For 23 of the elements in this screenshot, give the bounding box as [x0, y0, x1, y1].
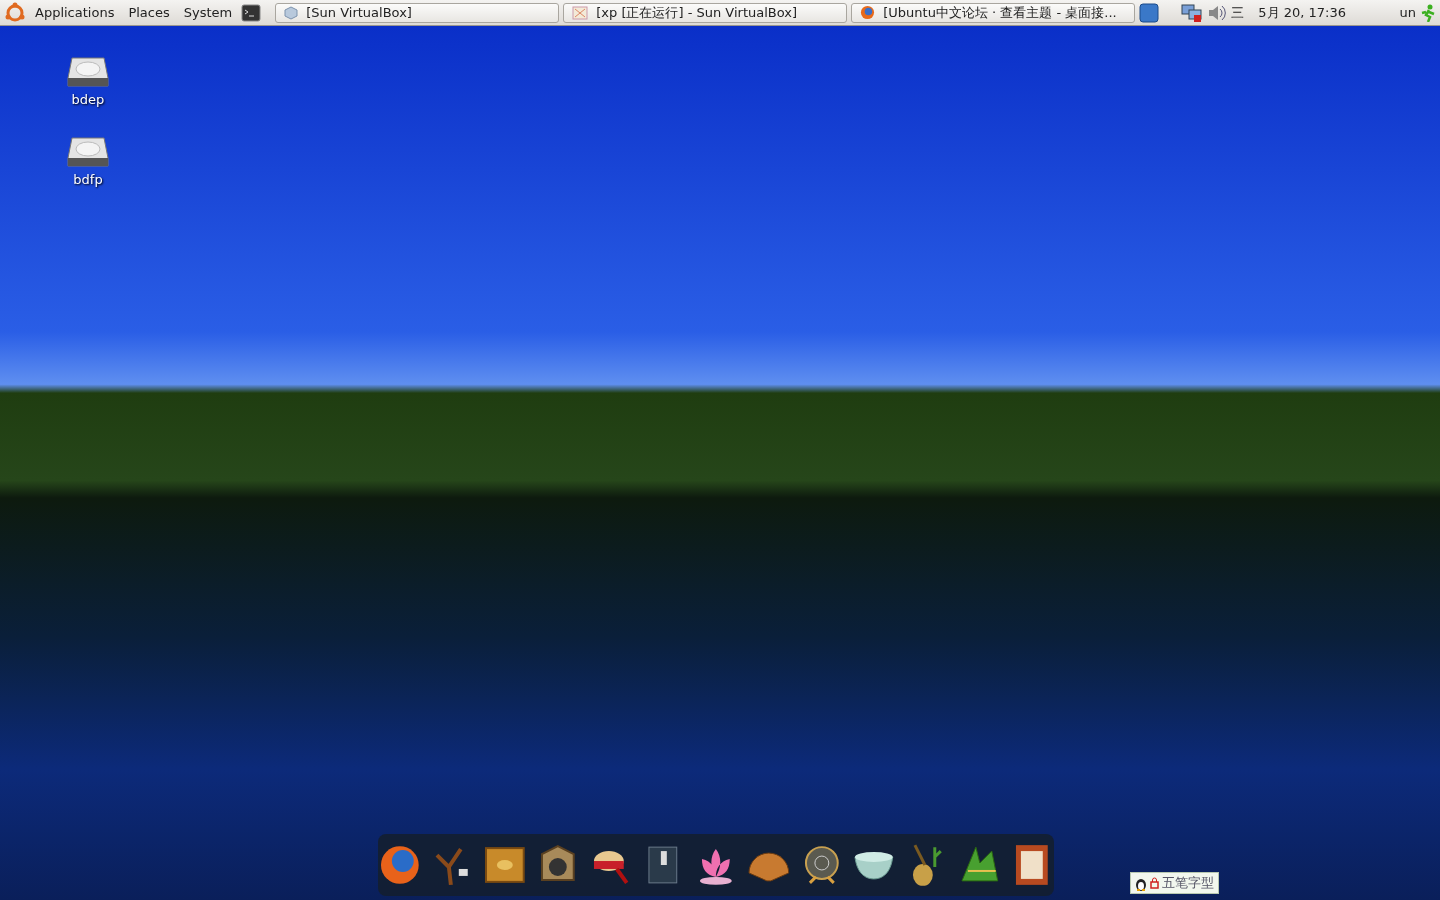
panel-menu[interactable]: Places: [123, 3, 175, 22]
cube-icon: [284, 5, 299, 20]
taskbar-button[interactable]: [Ubuntu中文论坛 · 查看主题 - 桌面接...: [851, 2, 1136, 23]
globe-icon[interactable]: [378, 843, 422, 887]
hard-drive-icon[interactable]: [66, 134, 110, 170]
clock[interactable]: 5月 20, 17:36: [1258, 3, 1346, 22]
window-icon: [572, 5, 589, 20]
terminal-icon[interactable]: [241, 3, 262, 22]
network-icon[interactable]: [1181, 2, 1204, 23]
panel-menu[interactable]: System: [178, 3, 238, 22]
desktop-icon-label[interactable]: bdfp: [73, 172, 103, 187]
desktop-icon-label[interactable]: bdep: [71, 92, 105, 107]
taskbar-button[interactable]: [xp [正在运行] - Sun VirtualBox]: [563, 2, 848, 23]
panel-menu[interactable]: Applications: [30, 3, 120, 22]
user-name[interactable]: un: [1399, 5, 1416, 20]
hard-drive-icon[interactable]: [66, 54, 110, 90]
input-method-indicator[interactable]: 五笔字型: [1130, 872, 1219, 894]
input-method-label: 五笔字型: [1162, 874, 1214, 892]
weekday-label: 三: [1231, 3, 1245, 22]
workspace-icon[interactable]: [1139, 2, 1160, 23]
lock-icon: [1150, 877, 1159, 889]
taskbar-button[interactable]: [Sun VirtualBox]: [275, 2, 560, 23]
globe-icon: [860, 5, 876, 20]
